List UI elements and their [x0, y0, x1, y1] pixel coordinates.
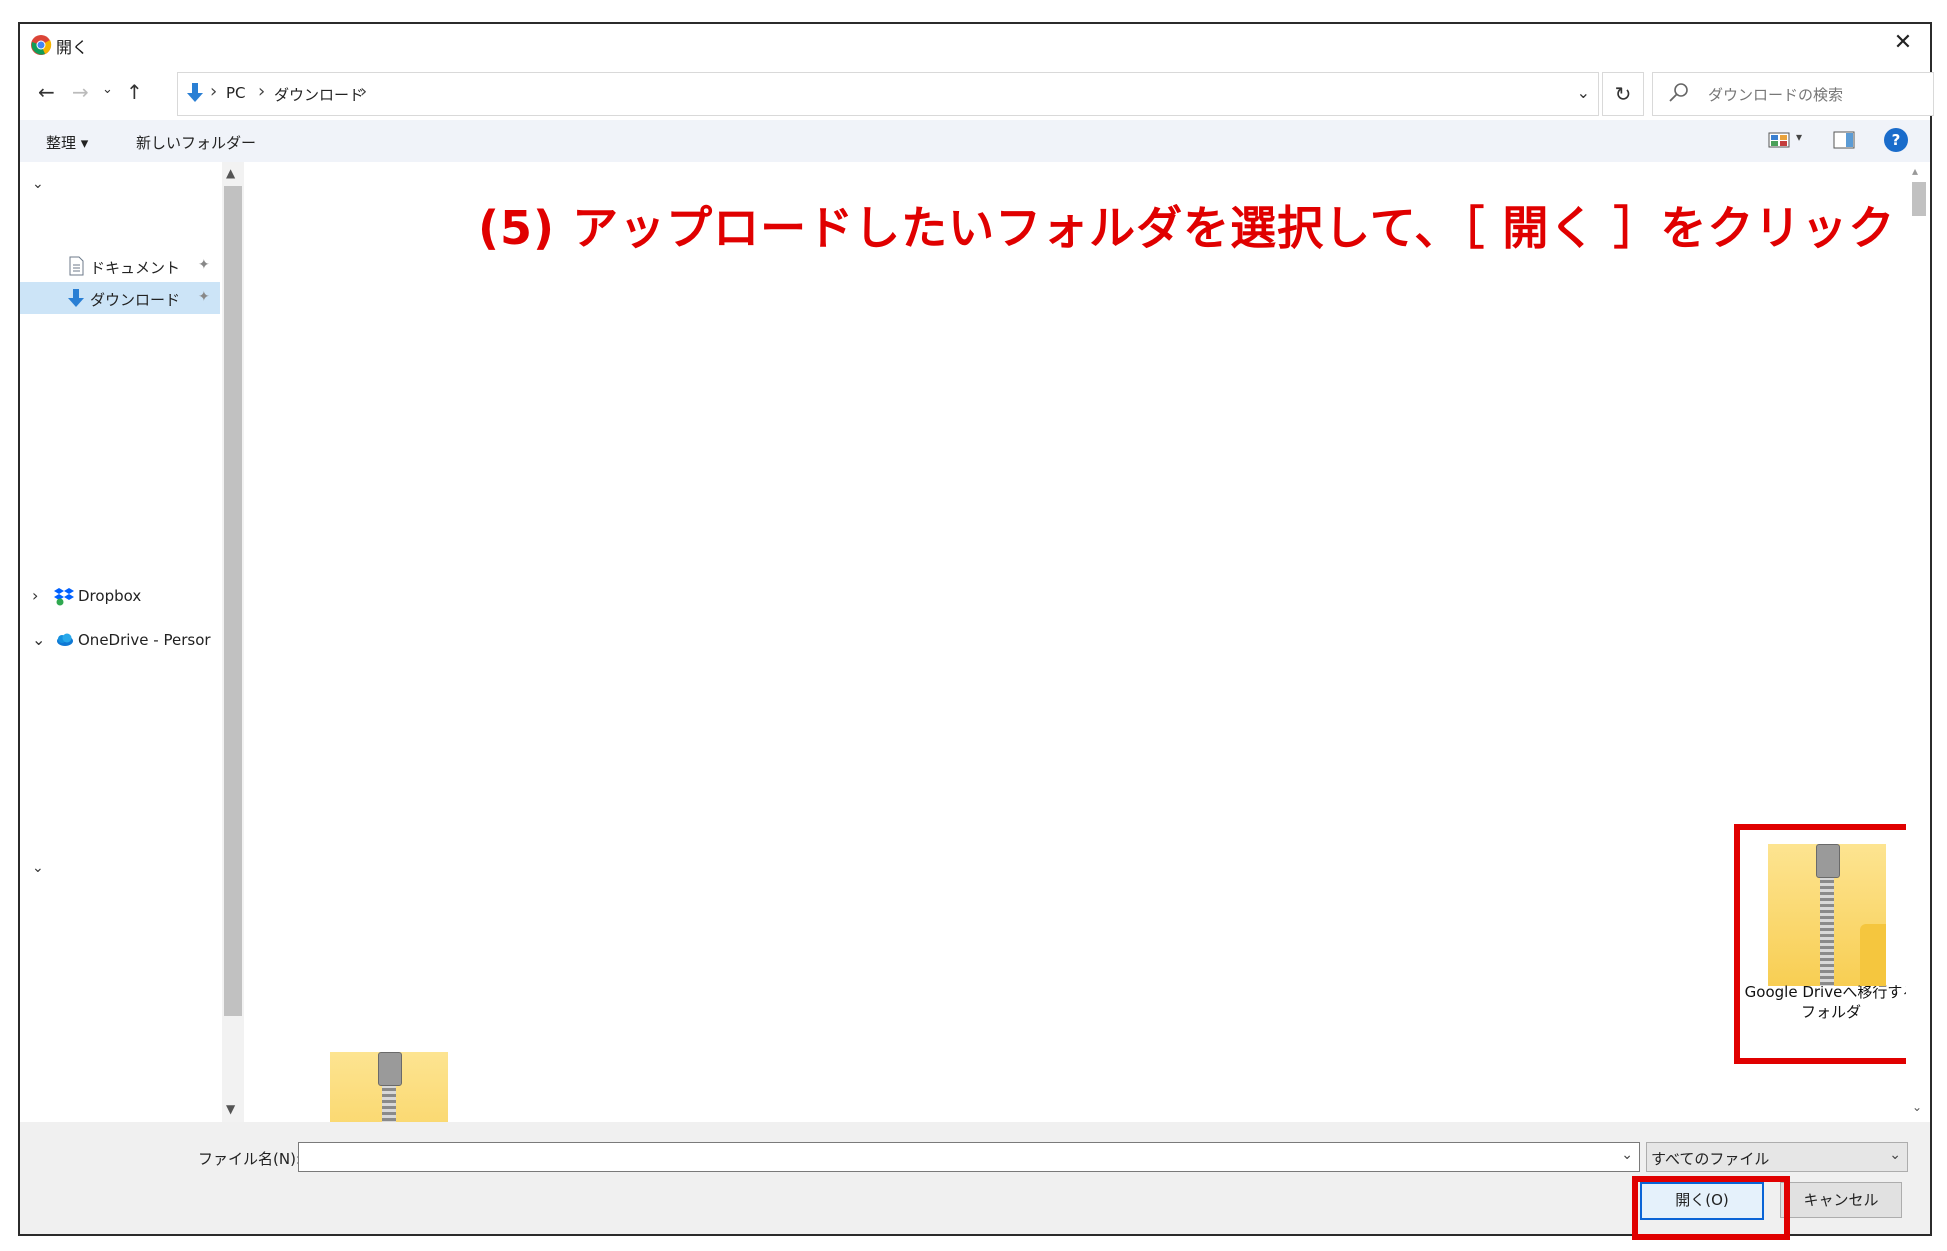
- view-dropdown-icon[interactable]: ▾: [1796, 130, 1802, 144]
- organize-menu[interactable]: 整理 ▾: [46, 132, 88, 153]
- search-input[interactable]: ダウンロードの検索: [1652, 72, 1934, 116]
- download-icon: [187, 83, 203, 102]
- sidebar-item-label: ダウンロード: [90, 291, 181, 309]
- sidebar-item-label: ドキュメント: [90, 259, 181, 277]
- breadcrumb-separator: ›: [258, 81, 266, 102]
- scroll-up-icon[interactable]: ▴: [1912, 164, 1918, 178]
- zipper-pull-icon: [1816, 844, 1840, 878]
- chevron-down-icon[interactable]: ⌄: [1577, 83, 1590, 102]
- chrome-icon: [31, 35, 52, 55]
- instruction-annotation: (5) アップロードしたいフォルダを選択して、［ 開く ］をクリック: [478, 201, 1896, 255]
- breadcrumb-separator: ›: [360, 81, 368, 102]
- chevron-right-icon[interactable]: ›: [32, 586, 38, 605]
- onedrive-cloud-icon: [57, 633, 73, 646]
- breadcrumb-separator: ›: [210, 81, 218, 102]
- scrollbar-thumb[interactable]: [1912, 182, 1926, 216]
- search-icon: [1669, 83, 1688, 102]
- sidebar-item-onedrive[interactable]: ⌄ OneDrive - Persor: [20, 624, 220, 656]
- filename-input[interactable]: ⌄: [298, 1142, 1640, 1172]
- back-arrow-icon[interactable]: ←: [38, 80, 55, 104]
- scrollbar-thumb[interactable]: [224, 186, 242, 1016]
- chevron-down-icon: ⌄: [1889, 1147, 1901, 1163]
- cancel-button[interactable]: キャンセル: [1780, 1182, 1902, 1218]
- chevron-down-icon[interactable]: ⌄: [32, 860, 44, 876]
- navigation-pane: ⌄ ドキュメント ✦ ダウンロード ✦ › Dropbox ⌄ OneDrive…: [20, 162, 220, 1122]
- scroll-up-icon[interactable]: ▲: [226, 166, 235, 180]
- filetype-value: すべてのファイル: [1651, 1150, 1770, 1168]
- filename-label: ファイル名(N):: [198, 1150, 301, 1168]
- command-bar: 整理 ▾ 新しいフォルダー ▾ ?: [20, 120, 1930, 162]
- sidebar-item-documents[interactable]: ドキュメント ✦: [20, 250, 220, 282]
- navigation-scrollbar[interactable]: ▲ ▼: [222, 162, 244, 1122]
- document-icon: [69, 256, 84, 276]
- sidebar-item-downloads[interactable]: ダウンロード ✦: [20, 282, 220, 314]
- folder-flap: [1860, 924, 1886, 986]
- forward-arrow-icon[interactable]: →: [72, 80, 89, 104]
- view-options-icon[interactable]: [1768, 132, 1790, 148]
- dropbox-icon: [54, 588, 74, 606]
- help-icon[interactable]: ?: [1884, 128, 1908, 152]
- download-icon: [68, 289, 84, 307]
- recent-chevron-icon[interactable]: ⌄: [102, 82, 113, 97]
- sidebar-item-label: OneDrive - Persor: [78, 631, 211, 649]
- close-icon[interactable]: ✕: [1888, 28, 1918, 58]
- pin-icon: ✦: [198, 289, 210, 305]
- up-arrow-icon[interactable]: ↑: [126, 80, 143, 104]
- chevron-down-icon[interactable]: ⌄: [1621, 1147, 1633, 1163]
- preview-pane-icon[interactable]: [1833, 130, 1855, 150]
- search-placeholder: ダウンロードの検索: [1708, 86, 1844, 104]
- sidebar-item-dropbox[interactable]: › Dropbox: [20, 580, 220, 612]
- scroll-down-icon[interactable]: ▼: [226, 1102, 235, 1116]
- content-scrollbar[interactable]: ▴ ⌄: [1908, 162, 1930, 1122]
- title-bar: 開く ✕: [20, 24, 1930, 64]
- highlight-box-open-button: [1632, 1176, 1790, 1240]
- zipper-pull-icon: [378, 1052, 402, 1086]
- chevron-down-icon[interactable]: ⌄: [32, 630, 45, 649]
- refresh-icon[interactable]: ↻: [1602, 72, 1644, 116]
- open-file-dialog: 開く ✕ ← → ⌄ ↑ › PC › ダウンロード › ⌄ ↻ ダウンロードの…: [18, 22, 1934, 1240]
- breadcrumb-downloads[interactable]: ダウンロード: [274, 84, 364, 105]
- organize-label: 整理: [46, 134, 77, 152]
- file-list-area[interactable]: (5) アップロードしたいフォルダを選択して、［ 開く ］をクリック Googl…: [248, 162, 1906, 1122]
- chevron-down-icon[interactable]: ⌄: [32, 176, 44, 192]
- window-title: 開く: [56, 38, 89, 57]
- pin-icon: ✦: [198, 257, 210, 273]
- filetype-select[interactable]: すべてのファイル ⌄: [1646, 1142, 1908, 1172]
- new-folder-button[interactable]: 新しいフォルダー: [136, 132, 256, 153]
- scroll-down-icon[interactable]: ⌄: [1912, 1100, 1922, 1114]
- sidebar-item-label: Dropbox: [78, 587, 142, 605]
- breadcrumb-pc[interactable]: PC: [226, 84, 246, 102]
- address-bar[interactable]: › PC › ダウンロード › ⌄: [177, 72, 1599, 116]
